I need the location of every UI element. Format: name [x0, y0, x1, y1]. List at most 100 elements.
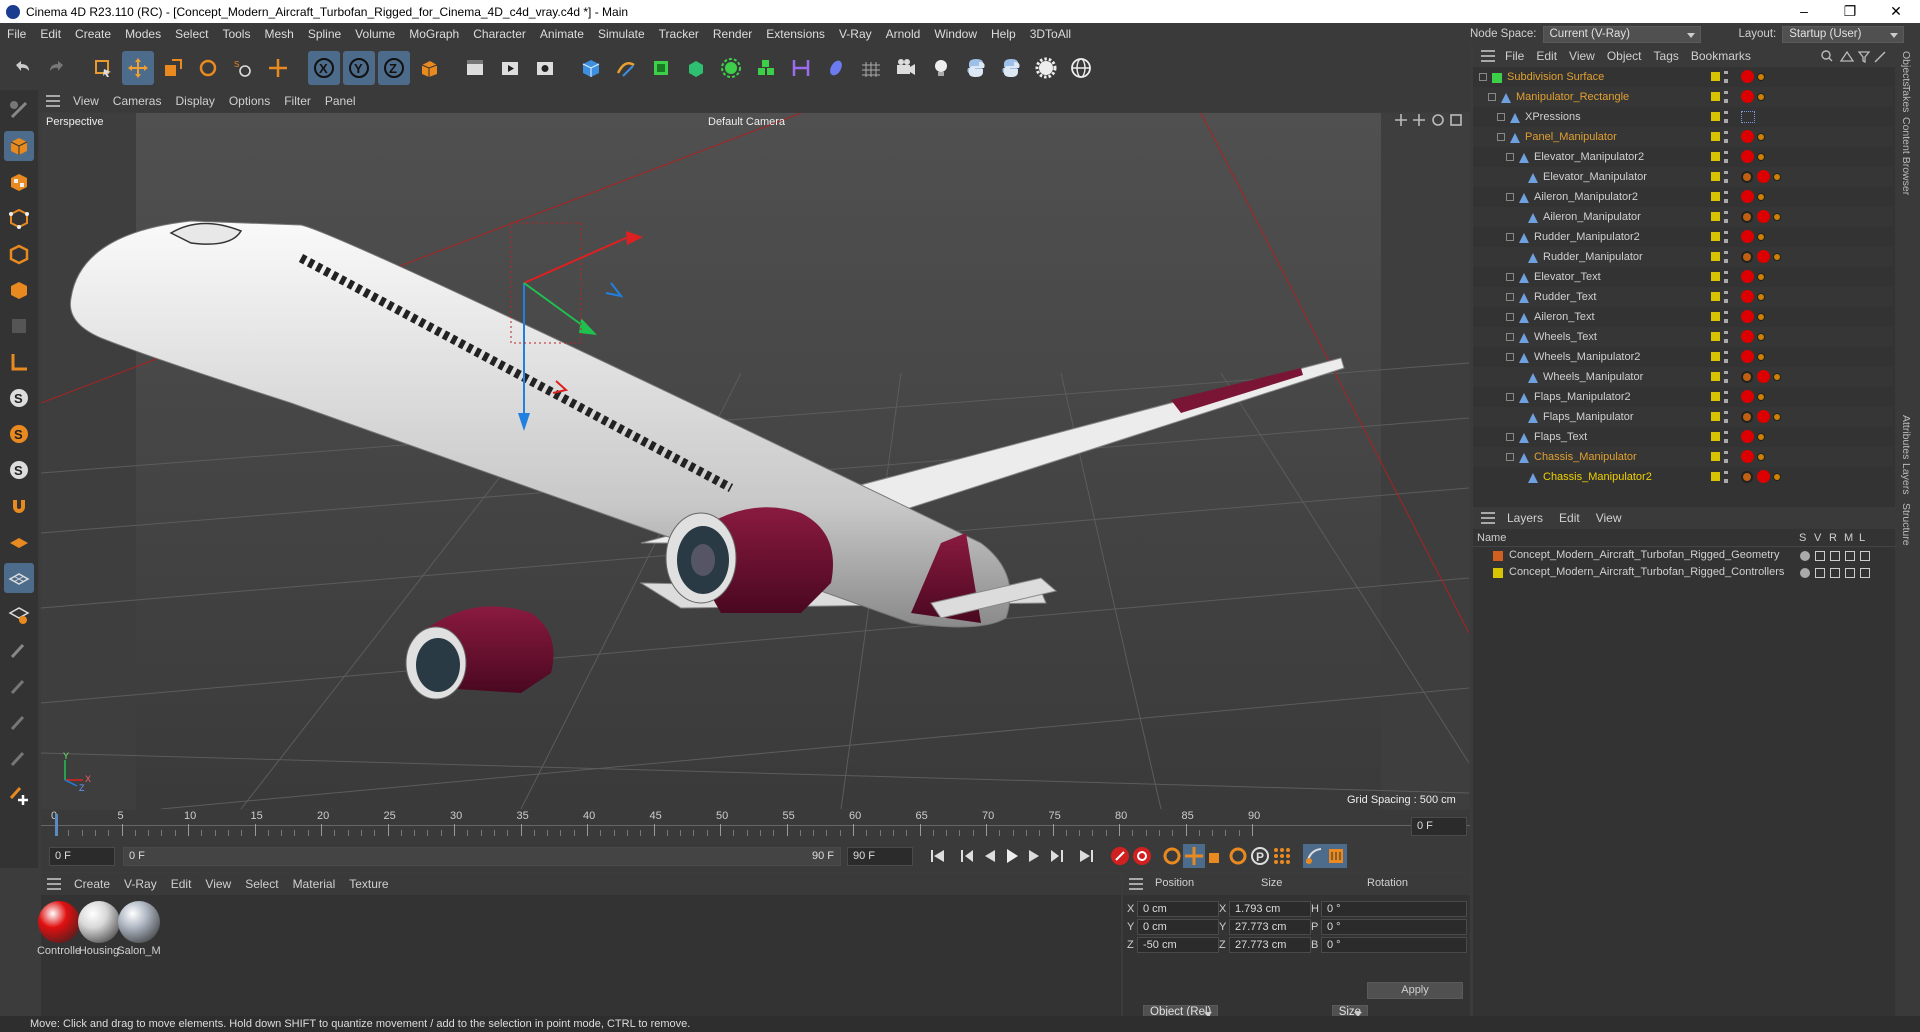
object-row[interactable]: Wheels_Manipulator: [1473, 367, 1893, 387]
material-menu-create[interactable]: Create: [67, 877, 117, 891]
layer-color-chip[interactable]: [1711, 472, 1720, 481]
layer-color-chip[interactable]: [1711, 92, 1720, 101]
layer-color-chip[interactable]: [1711, 112, 1720, 121]
coordinate-system-button[interactable]: [413, 51, 445, 85]
expand-toggle-icon[interactable]: [1506, 333, 1514, 341]
key-scale-button[interactable]: [1205, 844, 1227, 868]
object-mode-button[interactable]: [4, 131, 34, 161]
visibility-dots-icon[interactable]: [1724, 391, 1728, 403]
visibility-dots-icon[interactable]: [1724, 151, 1728, 163]
menu-edit[interactable]: Edit: [33, 27, 68, 41]
viewport-menu-panel[interactable]: Panel: [318, 94, 363, 108]
object-row[interactable]: Flaps_Manipulator: [1473, 407, 1893, 427]
snap-settings-button[interactable]: S: [4, 419, 34, 449]
expression-tag-icon[interactable]: [1757, 133, 1765, 141]
expression-tag-icon[interactable]: [1757, 393, 1765, 401]
constraint-tag-icon[interactable]: [1741, 211, 1753, 223]
redo-button[interactable]: [41, 51, 73, 85]
object-menu-object[interactable]: Object: [1601, 49, 1648, 63]
menu-mograph[interactable]: MoGraph: [402, 27, 466, 41]
material-tag-icon[interactable]: [1741, 290, 1754, 303]
constraint-tag-icon[interactable]: [1741, 251, 1753, 263]
start-frame-field[interactable]: 0 F: [49, 846, 115, 866]
visibility-dots-icon[interactable]: [1724, 371, 1728, 383]
expression-tag-icon[interactable]: [1773, 253, 1781, 261]
material-tag-icon[interactable]: [1741, 430, 1754, 443]
next-frame-button[interactable]: [1023, 844, 1045, 868]
menu-extensions[interactable]: Extensions: [759, 27, 832, 41]
expression-tag-icon[interactable]: [1757, 433, 1765, 441]
timeline-end-field[interactable]: 0 F: [1411, 817, 1467, 836]
viewport-menu-options[interactable]: Options: [222, 94, 277, 108]
polygons-mode-button[interactable]: [4, 275, 34, 305]
expression-tag-icon[interactable]: [1773, 473, 1781, 481]
material-tag-icon[interactable]: [1757, 470, 1770, 483]
render-icon[interactable]: [1830, 568, 1840, 578]
render-to-picture-viewer-button[interactable]: [494, 51, 526, 85]
frame-range-slider[interactable]: 0 F 90 F: [123, 846, 841, 866]
planar-workplane-button[interactable]: [4, 599, 34, 629]
manager-icon[interactable]: [1845, 568, 1855, 578]
viewport-nav-icons[interactable]: [1393, 113, 1465, 127]
pen-spline-button[interactable]: [610, 51, 642, 85]
field-button[interactable]: [820, 51, 852, 85]
go-to-start-button[interactable]: [927, 844, 949, 868]
expand-toggle-icon[interactable]: [1506, 353, 1514, 361]
model-mode-button[interactable]: [4, 95, 34, 125]
next-key-button[interactable]: [1045, 844, 1067, 868]
expression-tag-icon[interactable]: [1757, 313, 1765, 321]
menu-render[interactable]: Render: [706, 27, 759, 41]
expand-toggle-icon[interactable]: [1506, 233, 1514, 241]
menu-animate[interactable]: Animate: [533, 27, 591, 41]
xpresso-node-icon[interactable]: [1741, 111, 1755, 123]
layers-hamburger-icon[interactable]: [1481, 512, 1495, 524]
menu-modes[interactable]: Modes: [118, 27, 168, 41]
floor-button[interactable]: [855, 51, 887, 85]
material-tag-icon[interactable]: [1741, 70, 1754, 83]
layer-menu-view[interactable]: View: [1588, 511, 1630, 525]
position-x-field[interactable]: 0 cm: [1137, 901, 1219, 917]
menu-spline[interactable]: Spline: [301, 27, 348, 41]
constraint-tag-icon[interactable]: [1741, 371, 1753, 383]
object-row[interactable]: Panel_Manipulator: [1473, 127, 1893, 147]
render-view-button[interactable]: [459, 51, 491, 85]
layer-color-chip[interactable]: [1711, 432, 1720, 441]
material-menu-vray[interactable]: V-Ray: [117, 877, 164, 891]
tab-takes[interactable]: Takes: [1900, 85, 1912, 112]
apply-button[interactable]: Apply: [1367, 982, 1463, 999]
expression-tag-icon[interactable]: [1757, 93, 1765, 101]
light-button[interactable]: [925, 51, 957, 85]
visibility-dots-icon[interactable]: [1724, 191, 1728, 203]
menu-volume[interactable]: Volume: [348, 27, 402, 41]
expand-toggle-icon[interactable]: [1506, 293, 1514, 301]
material-tag-icon[interactable]: [1741, 390, 1754, 403]
visibility-dots-icon[interactable]: [1724, 231, 1728, 243]
object-row[interactable]: Flaps_Text: [1473, 427, 1893, 447]
tab-content-browser[interactable]: Content Browser: [1900, 117, 1912, 195]
locked-workplane-button[interactable]: [4, 563, 34, 593]
layer-color-chip[interactable]: [1711, 232, 1720, 241]
snap-button[interactable]: S: [4, 383, 34, 413]
menu-arnold[interactable]: Arnold: [879, 27, 928, 41]
visibility-dots-icon[interactable]: [1724, 71, 1728, 83]
object-row[interactable]: Rudder_Manipulator: [1473, 247, 1893, 267]
material-menu-edit[interactable]: Edit: [164, 877, 199, 891]
cube-primitive-button[interactable]: [575, 51, 607, 85]
expression-tag-icon[interactable]: [1757, 153, 1765, 161]
viewport-menu-filter[interactable]: Filter: [277, 94, 318, 108]
previous-frame-button[interactable]: [979, 844, 1001, 868]
x-axis-lock-button[interactable]: X: [308, 50, 340, 85]
transform-tool-button[interactable]: [262, 51, 294, 85]
paint-tool-button[interactable]: [4, 671, 34, 701]
play-button[interactable]: [1001, 844, 1023, 868]
size-x-field[interactable]: 1.793 cm: [1229, 901, 1311, 917]
edges-mode-button[interactable]: [4, 239, 34, 269]
expand-toggle-icon[interactable]: [1488, 93, 1496, 101]
settings-gear-button[interactable]: [1030, 51, 1062, 85]
layer-color-chip[interactable]: [1711, 392, 1720, 401]
layer-color-chip[interactable]: [1711, 152, 1720, 161]
object-row[interactable]: Elevator_Manipulator: [1473, 167, 1893, 187]
globe-button[interactable]: [1065, 51, 1097, 85]
expression-tag-icon[interactable]: [1757, 233, 1765, 241]
manager-icon[interactable]: [1845, 551, 1855, 561]
